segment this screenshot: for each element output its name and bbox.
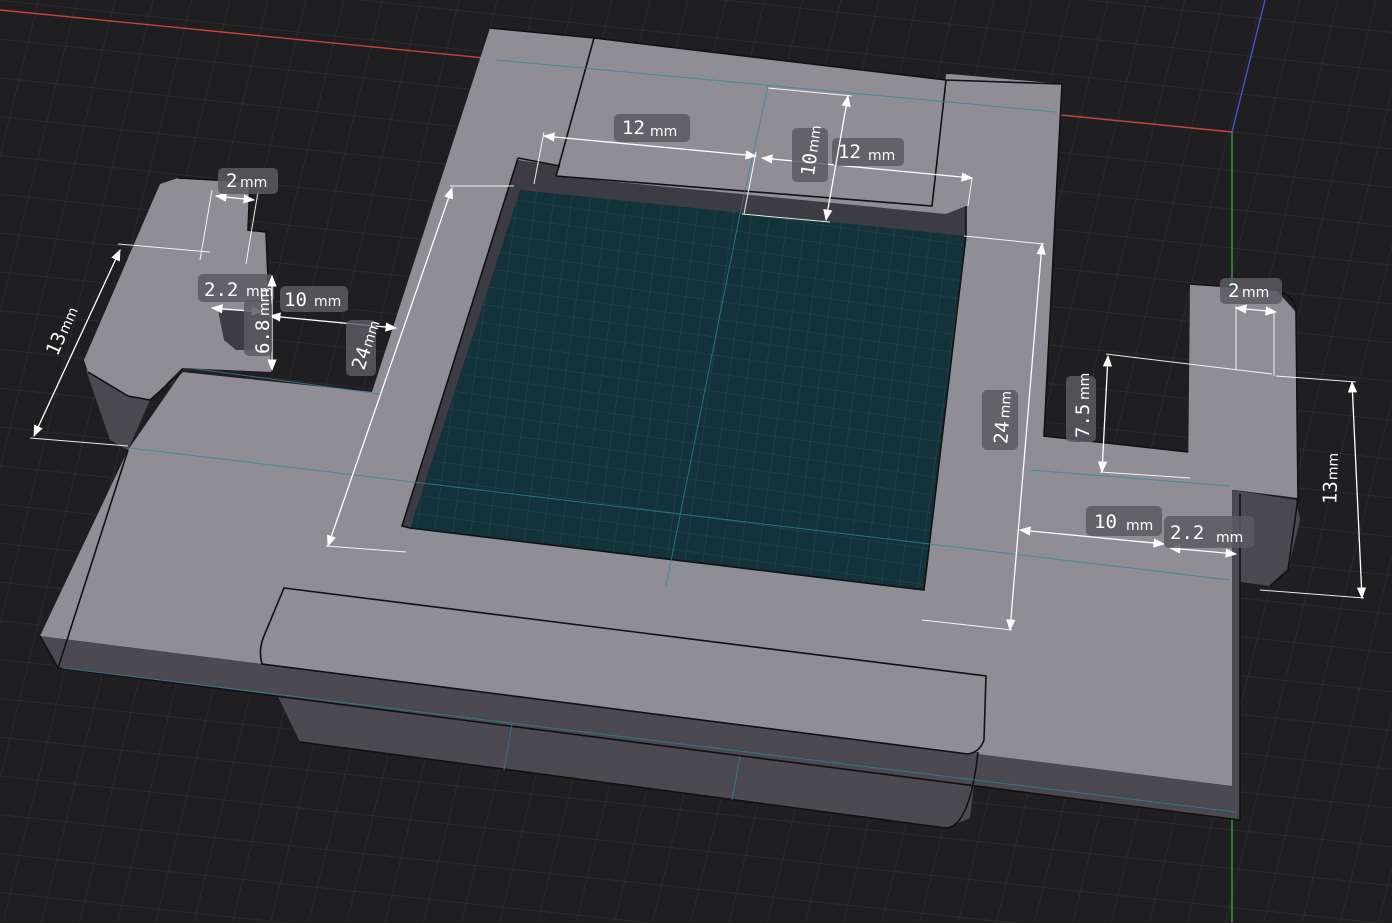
- dim-right-arm-part: mm: [1126, 518, 1153, 534]
- dim-top-right-part: 12: [838, 141, 861, 163]
- dim-right-tab-height-part-part: mm: [1325, 453, 1342, 481]
- dim-right-tab-width-part: mm: [1242, 285, 1269, 301]
- dim-top-right-part: mm: [868, 148, 895, 164]
- 3d-viewport[interactable]: 2 mm 13 mm 2.2 mm 10 mm 6.8 mm 24 mm 12 …: [0, 0, 1392, 923]
- dim-right-slot-part-part: 7.5: [1072, 404, 1094, 438]
- dim-left-arm-part: 10: [284, 289, 307, 311]
- viewport-canvas[interactable]: 2 mm 13 mm 2.2 mm 10 mm 6.8 mm 24 mm 12 …: [0, 0, 1392, 923]
- dim-right-frame-part-part: mm: [997, 390, 1015, 418]
- dim-left-arm-part: mm: [314, 294, 341, 310]
- dim-left-slot-part-part: 6.8: [252, 320, 274, 354]
- dim-top-left-part: mm: [650, 124, 677, 140]
- dim-right-tab-width-part: 2: [1228, 280, 1239, 302]
- dim-right-arm-part: 10: [1094, 511, 1117, 533]
- dim-right-tab-height-part-part: 13: [1319, 481, 1342, 505]
- dim-right-gap-part: mm: [1216, 530, 1243, 546]
- dim-right-frame-part-part: 24: [990, 420, 1014, 444]
- dim-left-gap-part: 2.2: [204, 279, 238, 301]
- dim-right-gap-part: 2.2: [1170, 522, 1204, 544]
- dim-right-slot-part-part: mm: [1077, 373, 1093, 400]
- dim-top-left-part: 12: [622, 117, 645, 139]
- dim-left-tab-width-part: 2: [226, 170, 237, 192]
- dim-left-tab-width-part: mm: [240, 175, 267, 191]
- right-tab-top[interactable]: [1188, 284, 1298, 498]
- dim-left-slot-part-part: mm: [257, 289, 273, 316]
- dim-top-depth-part-part: 10: [797, 152, 822, 178]
